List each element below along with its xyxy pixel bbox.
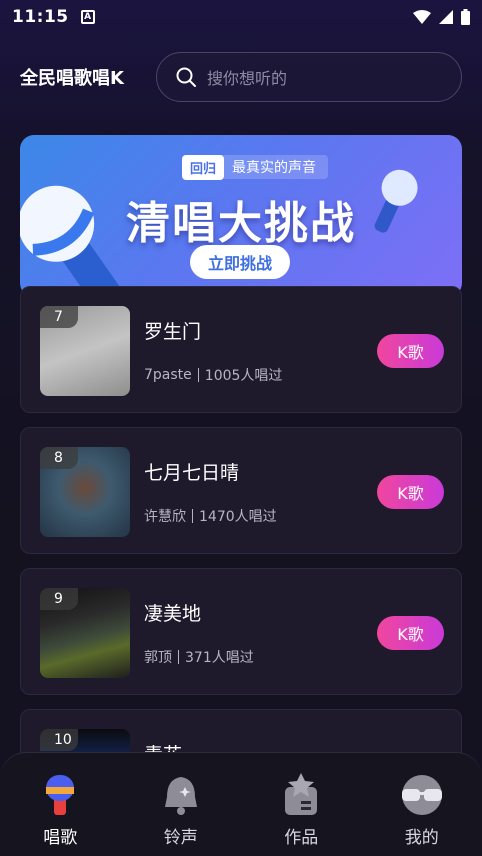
rank-badge: 7 [40,306,78,328]
karaoke-button[interactable]: K歌 [377,334,444,368]
tab-sing[interactable]: 唱歌 [0,753,121,856]
song-card[interactable]: 9 凄美地 郭顶 371人唱过 K歌 [20,568,462,695]
meta-divider [192,509,193,523]
app-title: 全民唱歌唱K [20,68,124,89]
tab-label: 铃声 [163,828,198,848]
song-sung-count: 1005人唱过 [204,368,283,384]
song-meta: 7paste 1005人唱过 [144,365,282,385]
challenge-banner[interactable]: 回归 最真实的声音 清唱大挑战 立即挑战 [20,135,462,297]
banner-tag: 回归 [182,154,225,180]
banner-tagline-text: 最真实的声音 [232,160,317,176]
profile-glasses-icon [401,775,442,815]
search-input[interactable]: 搜你想听的 [156,52,462,102]
header: 全民唱歌唱K 搜你想听的 [0,52,482,104]
song-card[interactable]: 8 七月七日晴 许慧欣 1470人唱过 K歌 [20,427,462,554]
microphone-icon [46,775,75,815]
song-artist: 7paste [144,367,192,383]
tab-label: 唱歌 [43,828,78,848]
song-title: 罗生门 [144,321,202,343]
song-sung-count: 371人唱过 [185,650,254,666]
song-card[interactable]: 7 罗生门 7paste 1005人唱过 K歌 [20,286,462,413]
tab-label: 作品 [284,828,319,848]
rank-badge: 10 [40,729,78,751]
search-icon [176,67,196,87]
song-meta: 郭顶 371人唱过 [144,647,254,667]
challenge-now-button[interactable]: 立即挑战 [190,245,290,279]
notification-app-icon: A [80,10,95,24]
meta-divider [178,650,179,664]
tab-works[interactable]: 作品 [241,753,362,856]
song-artist: 郭顶 [144,650,172,666]
works-icon [285,773,318,815]
search-placeholder: 搜你想听的 [207,69,288,88]
banner-tagline: 回归 最真实的声音 [182,154,329,180]
song-artist: 许慧欣 [144,509,186,525]
battery-icon [461,9,470,25]
bell-icon [164,777,197,815]
song-title: 七月七日晴 [144,462,240,484]
karaoke-button[interactable]: K歌 [377,616,444,650]
status-indicators [413,9,470,25]
rank-badge: 9 [40,588,78,610]
status-bar: 11:15 A [0,0,482,34]
song-cover: 9 [40,588,130,678]
song-title: 凄美地 [144,603,202,625]
bottom-tab-bar: 唱歌 铃声 作品 我的 [0,752,482,856]
song-meta: 许慧欣 1470人唱过 [144,506,277,526]
cellular-icon [439,10,453,24]
status-time: 11:15 [12,7,69,27]
wifi-icon [413,10,431,24]
song-sung-count: 1470人唱过 [199,509,277,525]
tab-profile[interactable]: 我的 [362,753,482,856]
banner-title: 清唱大挑战 [126,198,356,249]
meta-divider [197,368,199,382]
rank-badge: 8 [40,447,78,469]
song-cover: 7 [40,306,130,396]
karaoke-button[interactable]: K歌 [377,475,444,509]
tab-ringtone[interactable]: 铃声 [121,753,242,856]
song-cover: 8 [40,447,130,537]
tab-label: 我的 [404,828,439,848]
